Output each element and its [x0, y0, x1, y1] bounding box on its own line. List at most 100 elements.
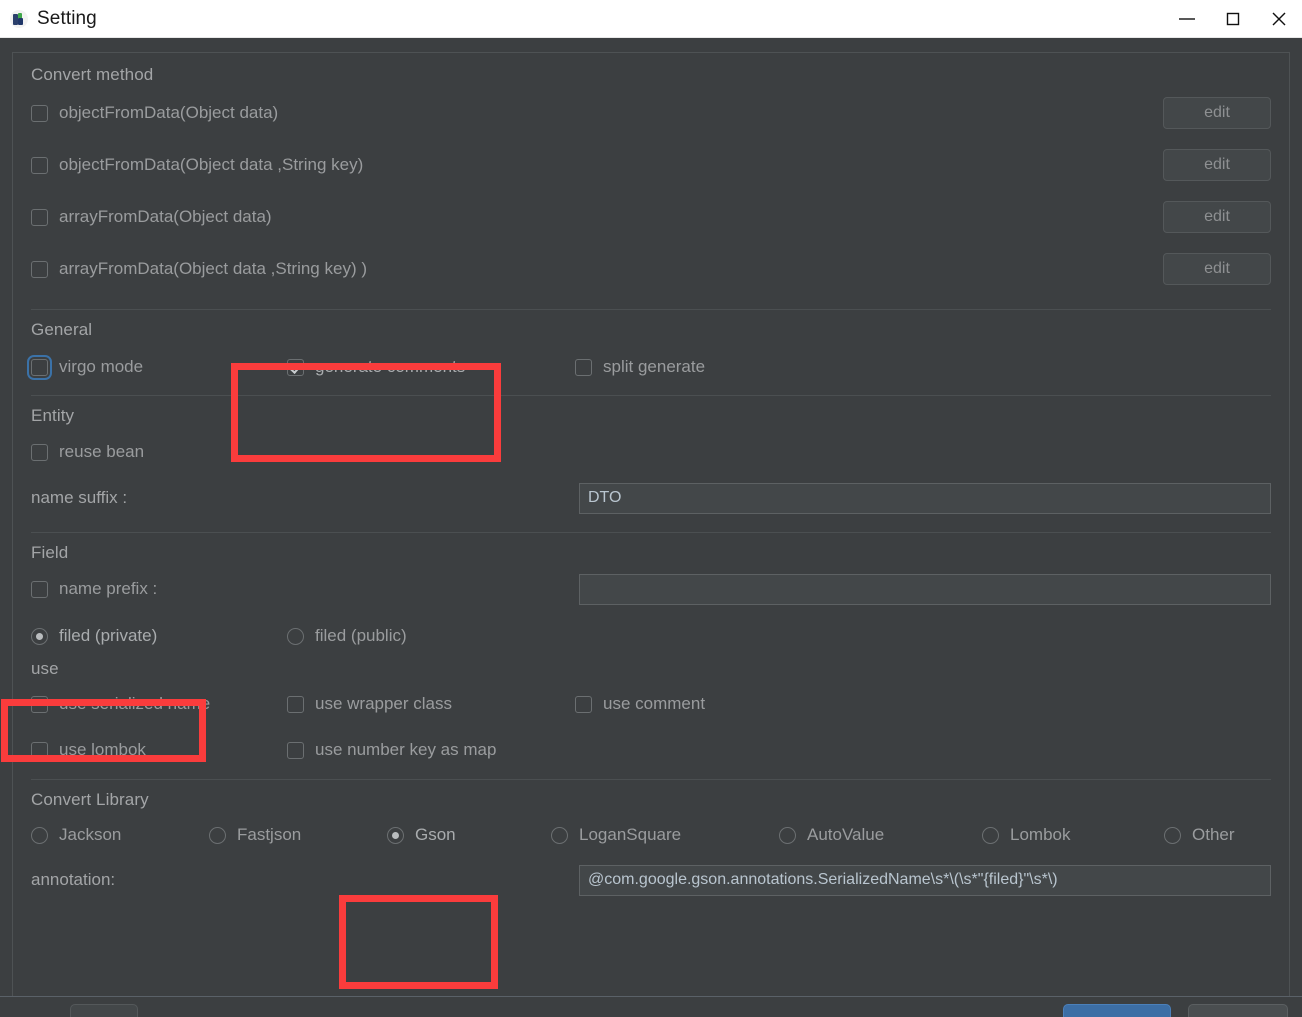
label-annotation: annotation:	[31, 870, 116, 889]
label-logansquare: LoganSquare	[579, 825, 682, 844]
radio-gson[interactable]: Gson	[387, 825, 551, 845]
checkbox-icon[interactable]	[575, 695, 592, 713]
radio-icon[interactable]	[209, 826, 226, 844]
radio-icon[interactable]	[31, 826, 48, 844]
edit-button-2[interactable]: edit	[1163, 201, 1271, 233]
field-visibility-row: filed (private) filed (public)	[31, 613, 1271, 659]
radio-filed-public[interactable]: filed (public)	[287, 626, 407, 646]
checkbox-icon[interactable]	[287, 741, 304, 759]
label-use-wrapper-class: use wrapper class	[315, 694, 453, 713]
radio-jackson[interactable]: Jackson	[31, 825, 209, 845]
label-use-number-key-as-map: use number key as map	[315, 740, 497, 759]
annotation-input[interactable]: @com.google.gson.annotations.SerializedN…	[579, 864, 1271, 896]
checkbox-generate-comments[interactable]: generate comments	[287, 357, 575, 377]
settings-content: Convert method objectFromData(Object dat…	[0, 38, 1302, 1017]
edit-button-0[interactable]: edit	[1163, 97, 1271, 129]
radio-icon[interactable]	[982, 826, 999, 844]
app-icon	[10, 9, 28, 28]
name-prefix-row: name prefix :	[31, 565, 1271, 613]
label-use-serialized-name: use serialized name	[59, 694, 211, 713]
label-use-lombok: use lombok	[59, 740, 146, 759]
radio-icon[interactable]	[287, 627, 304, 645]
group-label-convert-library: Convert Library	[31, 790, 149, 809]
label-reuse-bean: reuse bean	[59, 442, 145, 461]
convert-method-label-1: objectFromData(Object data ,String key)	[59, 155, 364, 174]
label-name-suffix: name suffix :	[31, 488, 128, 507]
convert-method-label-2: arrayFromData(Object data)	[59, 207, 272, 226]
checkbox-name-prefix[interactable]: name prefix :	[31, 579, 579, 599]
checkbox-reuse-bean[interactable]: reuse bean	[31, 442, 144, 462]
checkbox-icon[interactable]	[287, 358, 304, 376]
close-icon[interactable]	[1256, 0, 1302, 37]
group-label-field: Field	[31, 543, 69, 562]
ok-button[interactable]	[1063, 1004, 1171, 1017]
checkbox-icon[interactable]	[575, 358, 592, 376]
radio-fastjson[interactable]: Fastjson	[209, 825, 387, 845]
label-virgo-mode: virgo mode	[59, 357, 144, 376]
name-suffix-row: name suffix : DTO	[31, 476, 1271, 520]
convert-method-label-3: arrayFromData(Object data ,String key) )	[59, 259, 367, 278]
group-label-general: General	[31, 320, 93, 339]
checkbox-use-wrapper-class[interactable]: use wrapper class	[287, 694, 575, 714]
label-autovalue: AutoValue	[807, 825, 885, 844]
convert-method-row-0: objectFromData(Object data) edit	[31, 87, 1271, 139]
checkbox-icon[interactable]	[287, 695, 304, 713]
checkbox-icon[interactable]	[31, 208, 48, 226]
entity-reuse-bean-row: reuse bean	[31, 428, 1271, 476]
general-options-row: virgo mode generate comments split gener…	[27, 342, 1271, 392]
checkbox-use-serialized-name[interactable]: use serialized name	[31, 694, 287, 714]
label-generate-comments: generate comments	[315, 357, 466, 376]
radio-other[interactable]: Other	[1164, 825, 1235, 845]
checkbox-icon[interactable]	[31, 104, 48, 122]
checkbox-use-comment[interactable]: use comment	[575, 694, 705, 714]
checkbox-split-generate[interactable]: split generate	[575, 357, 705, 377]
window-controls	[1164, 0, 1302, 37]
name-suffix-input[interactable]: DTO	[579, 482, 1271, 514]
name-prefix-input[interactable]	[579, 573, 1271, 605]
edit-button-3[interactable]: edit	[1163, 253, 1271, 285]
group-label-use: use	[31, 659, 59, 678]
checkbox-icon[interactable]	[31, 741, 48, 759]
radio-icon[interactable]	[387, 826, 404, 844]
window-title: Setting	[37, 7, 97, 29]
radio-icon[interactable]	[1164, 826, 1181, 844]
edit-button-1[interactable]: edit	[1163, 149, 1271, 181]
checkbox-icon[interactable]	[31, 695, 48, 713]
label-lombok: Lombok	[1010, 825, 1071, 844]
checkbox-icon[interactable]	[31, 580, 48, 598]
minimize-icon[interactable]	[1164, 0, 1210, 37]
group-label-entity: Entity	[31, 406, 75, 425]
checkbox-virgo-mode[interactable]: virgo mode	[27, 354, 287, 380]
radio-icon[interactable]	[551, 826, 568, 844]
checkbox-icon[interactable]	[31, 156, 48, 174]
convert-method-checkbox-3[interactable]: arrayFromData(Object data ,String key) )	[31, 259, 367, 279]
convert-method-checkbox-2[interactable]: arrayFromData(Object data)	[31, 207, 272, 227]
name-prefix-label-group: name prefix :	[31, 579, 579, 599]
radio-icon[interactable]	[31, 627, 48, 645]
use-options-row-2: use lombok use number key as map	[31, 727, 1271, 773]
radio-logansquare[interactable]: LoganSquare	[551, 825, 779, 845]
label-filed-public: filed (public)	[315, 626, 407, 645]
radio-autovalue[interactable]: AutoValue	[779, 825, 982, 845]
convert-method-label-0: objectFromData(Object data)	[59, 103, 279, 122]
radio-lombok[interactable]: Lombok	[982, 825, 1164, 845]
label-split-generate: split generate	[603, 357, 706, 376]
footer-left-button[interactable]	[70, 1004, 138, 1017]
checkbox-icon[interactable]	[31, 443, 48, 461]
label-name-prefix: name prefix :	[59, 579, 158, 598]
label-fastjson: Fastjson	[237, 825, 302, 844]
checkbox-use-number-key-as-map[interactable]: use number key as map	[287, 740, 496, 760]
cancel-button[interactable]	[1188, 1004, 1288, 1017]
checkbox-icon[interactable]	[27, 354, 52, 380]
checkbox-icon[interactable]	[31, 260, 48, 278]
convert-library-row: Jackson Fastjson Gson LoganSquare AutoVa…	[31, 812, 1271, 858]
convert-method-checkbox-1[interactable]: objectFromData(Object data ,String key)	[31, 155, 363, 175]
maximize-icon[interactable]	[1210, 0, 1256, 37]
radio-icon[interactable]	[779, 826, 796, 844]
use-options-row-1: use serialized name use wrapper class us…	[31, 681, 1271, 727]
label-filed-private: filed (private)	[59, 626, 158, 645]
group-label-convert-method: Convert method	[31, 65, 154, 84]
radio-filed-private[interactable]: filed (private)	[31, 626, 287, 646]
checkbox-use-lombok[interactable]: use lombok	[31, 740, 287, 760]
convert-method-checkbox-0[interactable]: objectFromData(Object data)	[31, 103, 278, 123]
